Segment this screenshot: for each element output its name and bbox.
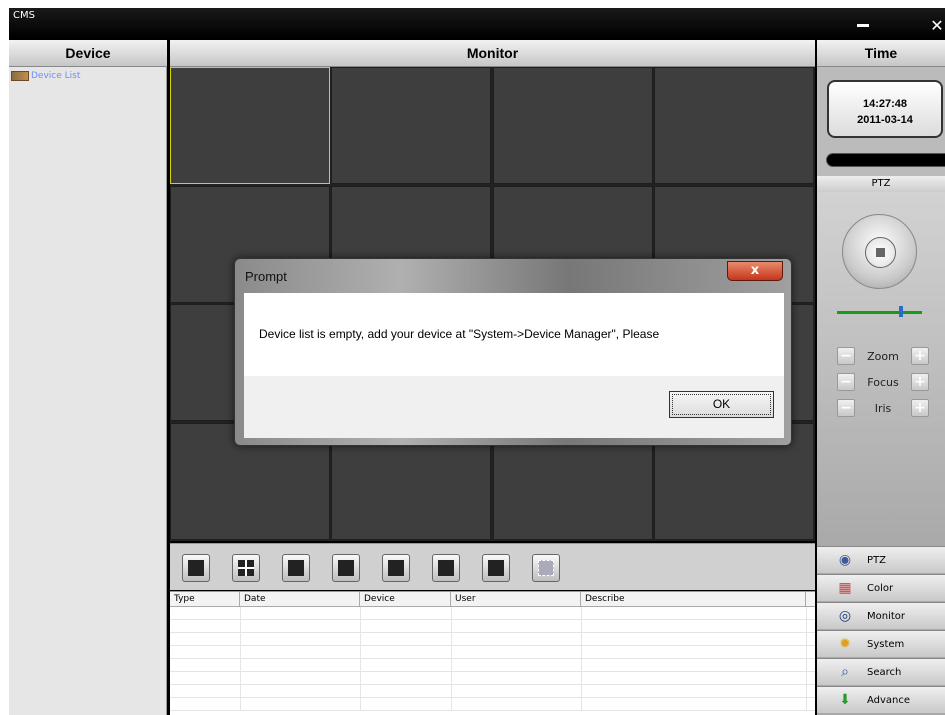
layout-1x1-button[interactable]: [182, 554, 210, 582]
layout-2x2-button[interactable]: [232, 554, 260, 582]
minimize-button[interactable]: [851, 14, 875, 32]
nav-label: System: [867, 638, 905, 650]
function-nav: ◉ PTZ ▦ Color ◎ Monitor ✹ System ⌕ Search ⬇ Advance: [817, 546, 945, 715]
clock-time: 14:27:48: [862, 98, 908, 110]
ptz-icon: ◉: [838, 552, 852, 568]
color-icon: ▦: [838, 580, 852, 596]
magnifier-icon: ⌕: [841, 664, 849, 680]
nav-label: PTZ: [867, 554, 886, 566]
stop-icon: [876, 248, 885, 257]
layout-4x4-icon: [338, 560, 354, 576]
dialog-close-button[interactable]: x: [727, 261, 783, 281]
zoom-control: − Zoom +: [837, 347, 929, 365]
layout-5x5-icon: [388, 560, 404, 576]
clock-display: 14:27:48 2011-03-14: [827, 80, 943, 138]
log-row[interactable]: [170, 672, 815, 685]
nav-label: Monitor: [867, 610, 906, 622]
monitor-header: Monitor: [170, 40, 815, 67]
gear-icon: ✹: [839, 636, 851, 652]
dialog-title: Prompt: [245, 269, 287, 284]
dialog-footer: OK: [244, 376, 784, 438]
layout-6x6-button[interactable]: [432, 554, 460, 582]
video-cell[interactable]: [170, 67, 330, 184]
layout-1x1-icon: [188, 560, 204, 576]
log-col-date[interactable]: Date: [240, 592, 360, 606]
log-row[interactable]: [170, 607, 815, 620]
log-row[interactable]: [170, 698, 815, 711]
layout-4x4-button[interactable]: [332, 554, 360, 582]
prompt-dialog: Prompt x Device list is empty, add your …: [234, 258, 792, 446]
layout-fullscreen-button[interactable]: [532, 554, 560, 582]
layout-6x6-icon: [438, 560, 454, 576]
title-bar: CMS ✕: [9, 8, 945, 38]
device-list-label: Device List: [31, 71, 81, 81]
iris-minus-button[interactable]: −: [837, 399, 855, 417]
device-tree-icon: [11, 71, 29, 81]
zoom-plus-button[interactable]: +: [911, 347, 929, 365]
nav-label: Advance: [867, 694, 911, 706]
nav-label: Color: [867, 582, 894, 594]
nav-advance[interactable]: ⬇ Advance: [817, 686, 945, 713]
zoom-minus-button[interactable]: −: [837, 347, 855, 365]
nav-label: Search: [867, 666, 902, 678]
layout-fullscreen-icon: [538, 560, 554, 576]
log-row[interactable]: [170, 633, 815, 646]
layout-2x2-icon: [238, 560, 254, 576]
minimize-icon: [857, 24, 869, 27]
ptz-panel: − Zoom + − Focus + − Iris +: [817, 192, 945, 546]
nav-monitor[interactable]: ◎ Monitor: [817, 602, 945, 629]
dialog-message: Device list is empty, add your device at…: [259, 327, 660, 341]
eye-icon: ◎: [838, 608, 852, 624]
ptz-label: PTZ: [817, 176, 945, 192]
status-bar: [826, 153, 945, 167]
ok-button[interactable]: OK: [669, 391, 774, 418]
clock-date: 2011-03-14: [857, 114, 913, 126]
layout-toolbar: [170, 543, 815, 590]
right-panel: 14:27:48 2011-03-14 PTZ − Zoom + − Focus + − Ir…: [817, 67, 945, 715]
nav-system[interactable]: ✹ System: [817, 630, 945, 657]
layout-8x8-button[interactable]: [482, 554, 510, 582]
device-panel: Device List: [9, 67, 167, 715]
zoom-label: Zoom: [867, 349, 899, 363]
video-cell[interactable]: [492, 67, 653, 184]
iris-label: Iris: [874, 401, 892, 415]
close-window-button[interactable]: ✕: [925, 14, 945, 35]
ptz-speed-slider[interactable]: [837, 306, 922, 317]
focus-minus-button[interactable]: −: [837, 373, 855, 391]
focus-control: − Focus +: [837, 373, 929, 391]
focus-label: Focus: [867, 375, 899, 389]
log-col-user[interactable]: User: [451, 592, 581, 606]
ptz-direction-pad[interactable]: [842, 214, 917, 289]
down-arrow-icon: ⬇: [839, 692, 851, 708]
log-row[interactable]: [170, 685, 815, 698]
nav-search[interactable]: ⌕ Search: [817, 658, 945, 685]
cms-window: CMS ✕ Device Monitor Time Device List Ty…: [9, 8, 945, 715]
nav-ptz[interactable]: ◉ PTZ: [817, 546, 945, 573]
video-cell[interactable]: [653, 67, 814, 184]
log-col-device[interactable]: Device: [360, 592, 451, 606]
window-title: CMS: [13, 10, 35, 21]
video-cell[interactable]: [331, 67, 492, 184]
layout-3x3-icon: [288, 560, 304, 576]
log-row[interactable]: [170, 646, 815, 659]
layout-8x8-icon: [488, 560, 504, 576]
device-header: Device: [9, 40, 167, 67]
layout-3x3-button[interactable]: [282, 554, 310, 582]
log-col-describe[interactable]: Describe: [581, 592, 806, 606]
device-list-node[interactable]: Device List: [11, 71, 80, 81]
slider-thumb[interactable]: [899, 306, 903, 317]
log-header-row: Type Date Device User Describe: [170, 592, 815, 607]
dialog-body: Device list is empty, add your device at…: [244, 293, 784, 438]
log-row[interactable]: [170, 620, 815, 633]
log-row[interactable]: [170, 659, 815, 672]
time-header: Time: [817, 40, 945, 67]
log-col-type[interactable]: Type: [170, 592, 240, 606]
iris-plus-button[interactable]: +: [911, 399, 929, 417]
ptz-stop-button[interactable]: [865, 237, 896, 268]
nav-color[interactable]: ▦ Color: [817, 574, 945, 601]
layout-5x5-button[interactable]: [382, 554, 410, 582]
iris-control: − Iris +: [837, 399, 929, 417]
event-log-table: Type Date Device User Describe: [170, 591, 815, 715]
focus-plus-button[interactable]: +: [910, 373, 929, 391]
